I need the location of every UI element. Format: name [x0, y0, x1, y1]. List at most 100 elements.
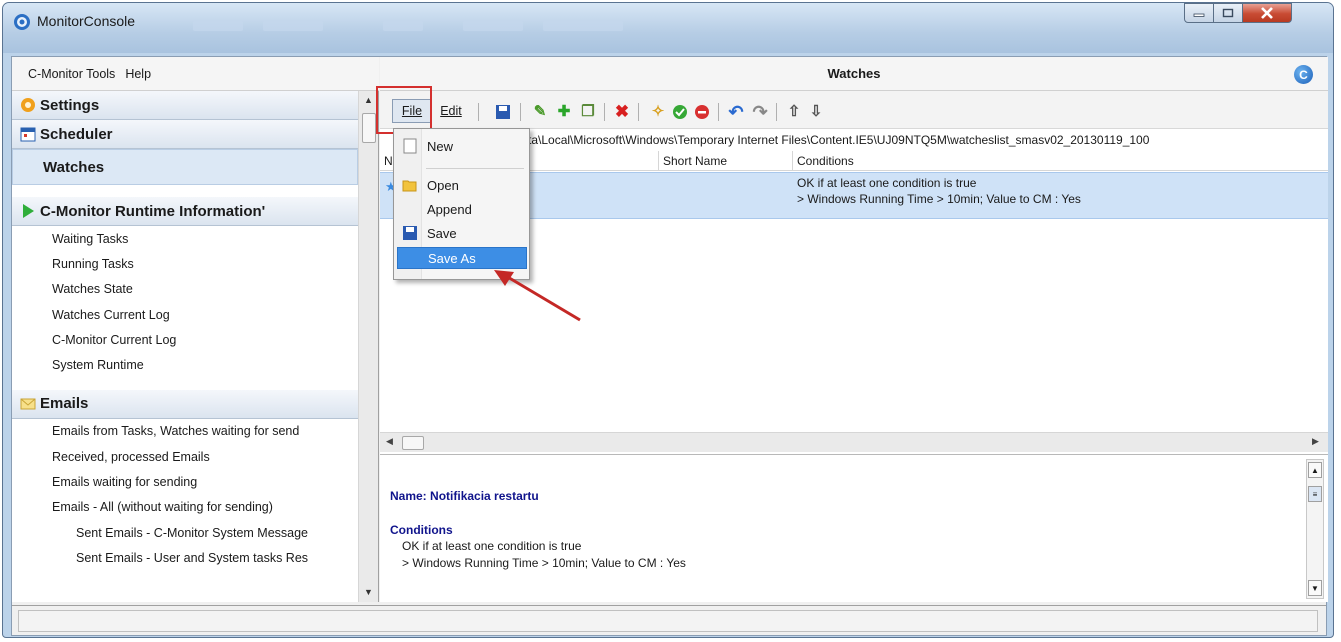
envelope-icon: [20, 398, 36, 410]
grid-hscroll-thumb[interactable]: [402, 436, 424, 450]
copy-icon[interactable]: ❐: [580, 104, 596, 120]
nav-scroll-thumb[interactable]: [362, 113, 376, 143]
nav-item-sent-system[interactable]: Sent Emails - C-Monitor System Message: [12, 520, 358, 545]
file-button-highlight: [376, 86, 432, 134]
enable-icon[interactable]: [672, 104, 688, 120]
annotation-arrow-icon: [494, 270, 581, 322]
title-blur: [193, 21, 243, 31]
redo-icon[interactable]: ↷: [752, 103, 768, 121]
details-name-row: Name: Notifikacia restartu: [390, 489, 539, 503]
nav-item-running-tasks[interactable]: Running Tasks: [12, 251, 358, 276]
scroll-right-arrow-icon[interactable]: ▶: [1312, 436, 1319, 447]
details-conditions-line1: OK if at least one condition is true: [402, 539, 582, 553]
close-button[interactable]: [1242, 3, 1292, 23]
client-area: C-Monitor Tools Help Settings Scheduler …: [11, 56, 1328, 636]
section-settings-label: Settings: [40, 96, 100, 114]
menu-item-save-label: Save: [427, 225, 457, 241]
status-bar: [12, 605, 1326, 635]
menu-cmonitor-tools[interactable]: C-Monitor Tools: [28, 67, 115, 81]
nav-item-waiting-tasks[interactable]: Waiting Tasks: [12, 226, 358, 251]
left-menubar: C-Monitor Tools Help: [12, 57, 379, 91]
app-icon: [14, 14, 30, 30]
title-blur: [263, 21, 323, 31]
nav-tree: Settings Scheduler Watches C-Monitor Run…: [12, 91, 358, 602]
save-icon[interactable]: [495, 104, 511, 120]
details-scrollbar[interactable]: ▲ ≡ ▼: [1306, 459, 1324, 599]
watches-toolbar: File Edit ✎ ✚ ❐ ✖ ✧ ↶ ↷ ⇧ ⇩: [380, 91, 1328, 129]
section-emails[interactable]: Emails: [12, 389, 358, 419]
details-conditions-line2: > Windows Running Time > 10min; Value to…: [402, 556, 686, 570]
menu-item-open-label: Open: [427, 177, 459, 193]
plus-icon[interactable]: ✚: [556, 104, 572, 120]
row-conditions-line1: OK if at least one condition is true: [797, 176, 977, 190]
scroll-down-arrow-icon[interactable]: ▼: [364, 587, 373, 597]
column-conditions[interactable]: Conditions: [797, 154, 854, 168]
scroll-up-arrow-icon[interactable]: ▲: [364, 95, 373, 105]
undo-icon[interactable]: ↶: [728, 103, 744, 121]
save-floppy-icon: [403, 226, 417, 240]
section-watches[interactable]: Watches: [12, 149, 358, 185]
nav-item-received-emails[interactable]: Received, processed Emails: [12, 444, 358, 469]
menu-item-open[interactable]: Open: [397, 174, 527, 196]
nav-scrollbar[interactable]: ▲ ▼: [358, 91, 378, 602]
cmonitor-logo-icon: C: [1294, 65, 1313, 84]
nav-item-sent-user[interactable]: Sent Emails - User and System tasks Res: [12, 545, 358, 570]
maximize-button[interactable]: [1213, 3, 1243, 23]
file-dropdown-menu: New Open Append Save Save As: [393, 128, 530, 280]
open-folder-icon: [402, 180, 417, 192]
title-blur: [543, 21, 623, 31]
details-scroll-up-icon[interactable]: ▲: [1308, 462, 1322, 478]
row-conditions-line2: > Windows Running Time > 10min; Value to…: [797, 192, 1081, 206]
menu-item-append[interactable]: Append: [397, 198, 527, 220]
status-field: [18, 610, 1318, 632]
navigation-panel: C-Monitor Tools Help Settings Scheduler …: [12, 57, 379, 602]
nav-item-cmonitor-current-log[interactable]: C-Monitor Current Log: [12, 327, 358, 352]
section-scheduler[interactable]: Scheduler: [12, 120, 358, 149]
new-document-icon: [403, 138, 417, 154]
app-window: MonitorConsole C-Monitor Tools Help Sett…: [2, 2, 1334, 638]
nav-item-emails-for-sending[interactable]: Emails waiting for sending: [12, 469, 358, 494]
menu-help[interactable]: Help: [125, 67, 151, 81]
calendar-icon: [20, 127, 36, 142]
nav-item-emails-waiting[interactable]: Emails from Tasks, Watches waiting for s…: [12, 419, 358, 444]
menu-item-append-label: Append: [427, 201, 472, 217]
section-scheduler-label: Scheduler: [40, 125, 113, 143]
column-short-name[interactable]: Short Name: [663, 154, 727, 168]
close-icon: [1261, 7, 1273, 19]
details-name-value: Notifikacia restartu: [430, 489, 539, 503]
details-scroll-down-icon[interactable]: ▼: [1308, 580, 1322, 596]
file-path-text: ta\Local\Microsoft\Windows\Temporary Int…: [528, 133, 1150, 147]
add-watch-icon[interactable]: ✎: [532, 104, 548, 120]
panel-title: Watches: [827, 66, 881, 81]
section-settings[interactable]: Settings: [12, 91, 358, 120]
minimize-button[interactable]: [1184, 3, 1214, 23]
details-conditions-label: Conditions: [390, 523, 453, 537]
scroll-left-arrow-icon[interactable]: ◀: [386, 436, 393, 447]
details-scroll-thumb[interactable]: ≡: [1308, 486, 1322, 502]
menu-item-save[interactable]: Save: [397, 222, 527, 244]
play-icon: [23, 204, 34, 218]
grid-hscrollbar[interactable]: ◀ ▶: [380, 432, 1328, 452]
menu-item-save-as-label: Save As: [428, 250, 476, 266]
menu-item-new[interactable]: New: [397, 135, 527, 157]
panel-header: Watches C: [380, 57, 1328, 91]
nav-item-watches-state[interactable]: Watches State: [12, 277, 358, 302]
section-emails-label: Emails: [40, 395, 89, 413]
nav-item-watches-current-log[interactable]: Watches Current Log: [12, 302, 358, 327]
title-bar[interactable]: MonitorConsole: [3, 3, 1333, 53]
section-runtime[interactable]: C-Monitor Runtime Information': [12, 197, 358, 226]
move-up-icon[interactable]: ⇧: [786, 104, 802, 120]
watch-details: Name: Notifikacia restartu Conditions OK…: [380, 454, 1328, 602]
move-down-icon[interactable]: ⇩: [808, 104, 824, 120]
nav-item-emails-all[interactable]: Emails - All (without waiting for sendin…: [12, 495, 358, 520]
disable-icon[interactable]: [694, 104, 710, 120]
delete-icon[interactable]: ✖: [614, 103, 630, 120]
section-watches-label: Watches: [43, 158, 105, 176]
section-runtime-label: C-Monitor Runtime Information': [40, 202, 266, 220]
edit-menu-button[interactable]: Edit: [434, 99, 468, 123]
wand-icon[interactable]: ✧: [650, 104, 666, 120]
nav-item-system-runtime[interactable]: System Runtime: [12, 352, 358, 377]
column-name[interactable]: N: [384, 154, 393, 168]
menu-item-new-label: New: [427, 138, 454, 154]
title-blur: [383, 21, 423, 31]
